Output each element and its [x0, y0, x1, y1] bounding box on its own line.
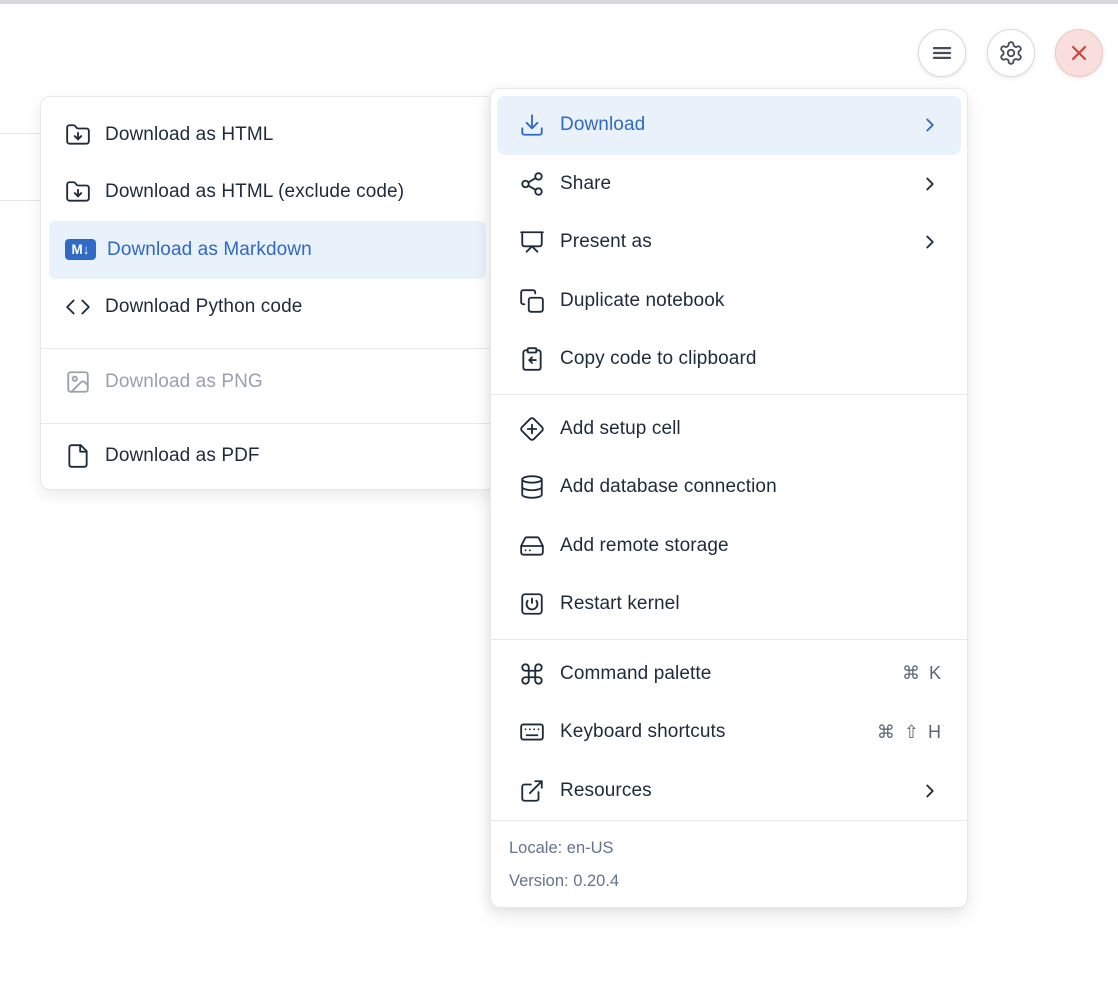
menu-item-label: Copy code to clipboard: [560, 348, 941, 370]
chevron-right-icon: [919, 780, 941, 802]
menu-item-label: Download as PDF: [105, 445, 472, 467]
shortcut-hint: ⌘K: [902, 663, 941, 684]
menu-item-label: Download as PNG: [105, 371, 472, 393]
close-icon: [1066, 40, 1092, 66]
menu-item-label: Add setup cell: [560, 418, 941, 440]
diamond-plus-icon: [519, 416, 545, 442]
version-text: Version: 0.20.4: [509, 865, 949, 898]
menu-item-copy-code-to-clipboard[interactable]: Copy code to clipboard: [491, 330, 967, 389]
shortcut-hint: ⌘⇧H: [877, 722, 941, 743]
background-cell-border: [0, 200, 44, 201]
chevron-right-icon: [919, 114, 941, 136]
menu-item-download-as-pdf[interactable]: Download as PDF: [41, 428, 494, 486]
menu-item-keyboard-shortcuts[interactable]: Keyboard shortcuts ⌘⇧H: [491, 703, 967, 762]
background-cell-border: [0, 133, 44, 134]
chevron-right-icon: [919, 231, 941, 253]
menu-item-label: Command palette: [560, 663, 887, 685]
image-icon: [65, 369, 91, 395]
markdown-icon: M↓: [65, 239, 96, 260]
menu-item-present-as[interactable]: Present as: [491, 213, 967, 272]
power-icon: [519, 591, 545, 617]
menu-item-label: Download Python code: [105, 296, 472, 318]
download-icon: [519, 112, 545, 138]
menu-item-add-database-connection[interactable]: Add database connection: [491, 458, 967, 517]
menu-item-download-as-html-exclude-code[interactable]: Download as HTML (exclude code): [41, 164, 494, 222]
window-top-edge: [0, 0, 1118, 4]
locale-text: Locale: en-US: [509, 832, 949, 865]
gear-icon: [998, 40, 1024, 66]
menu-item-command-palette[interactable]: Command palette ⌘K: [491, 645, 967, 704]
menu-item-label: Keyboard shortcuts: [560, 721, 862, 743]
menu-item-label: Download: [560, 114, 904, 136]
menu-item-label: Download as HTML (exclude code): [105, 181, 472, 203]
database-icon: [519, 474, 545, 500]
folder-download-icon: [65, 179, 91, 205]
menu-item-label: Resources: [560, 780, 904, 802]
menu-item-label: Add remote storage: [560, 535, 941, 557]
menu-item-download[interactable]: Download: [497, 96, 961, 155]
share-icon: [519, 171, 545, 197]
keyboard-icon: [519, 719, 545, 745]
menu-item-label: Restart kernel: [560, 593, 941, 615]
menu-item-download-as-png: Download as PNG: [41, 353, 494, 411]
presentation-icon: [519, 229, 545, 255]
external-link-icon: [519, 778, 545, 804]
hard-drive-icon: [519, 533, 545, 559]
menu-divider: [491, 639, 967, 640]
hamburger-icon: [929, 40, 955, 66]
menu-item-restart-kernel[interactable]: Restart kernel: [491, 575, 967, 634]
clipboard-copy-icon: [519, 346, 545, 372]
menu-item-duplicate-notebook[interactable]: Duplicate notebook: [491, 272, 967, 331]
menu-divider: [491, 394, 967, 395]
hamburger-menu-button[interactable]: [918, 29, 966, 77]
menu-item-share[interactable]: Share: [491, 155, 967, 214]
menu-item-label: Add database connection: [560, 476, 941, 498]
menu-item-label: Present as: [560, 231, 904, 253]
command-icon: [519, 661, 545, 687]
menu-item-label: Duplicate notebook: [560, 290, 941, 312]
menu-footer: Locale: en-USVersion: 0.20.4: [491, 820, 967, 908]
menu-item-label: Download as Markdown: [107, 239, 472, 261]
download-submenu: Download as HTML Download as HTML (exclud…: [40, 96, 495, 490]
folder-download-icon: [65, 122, 91, 148]
menu-item-label: Share: [560, 173, 904, 195]
code-icon: [65, 294, 91, 320]
menu-item-download-as-html[interactable]: Download as HTML: [41, 106, 494, 164]
menu-item-download-python-code[interactable]: Download Python code: [41, 279, 494, 337]
settings-button[interactable]: [987, 29, 1035, 77]
duplicate-icon: [519, 288, 545, 314]
menu-item-label: Download as HTML: [105, 124, 472, 146]
menu-item-add-setup-cell[interactable]: Add setup cell: [491, 400, 967, 459]
menu-divider: [41, 423, 494, 424]
close-button[interactable]: [1055, 29, 1103, 77]
menu-item-resources[interactable]: Resources: [491, 762, 967, 821]
menu-divider: [41, 348, 494, 349]
file-icon: [65, 443, 91, 469]
menu-item-add-remote-storage[interactable]: Add remote storage: [491, 517, 967, 576]
chevron-right-icon: [919, 173, 941, 195]
notebook-menu: Download Share Present as Duplicate noteboo…: [490, 88, 968, 908]
menu-item-download-as-markdown[interactable]: M↓ Download as Markdown: [49, 221, 486, 279]
